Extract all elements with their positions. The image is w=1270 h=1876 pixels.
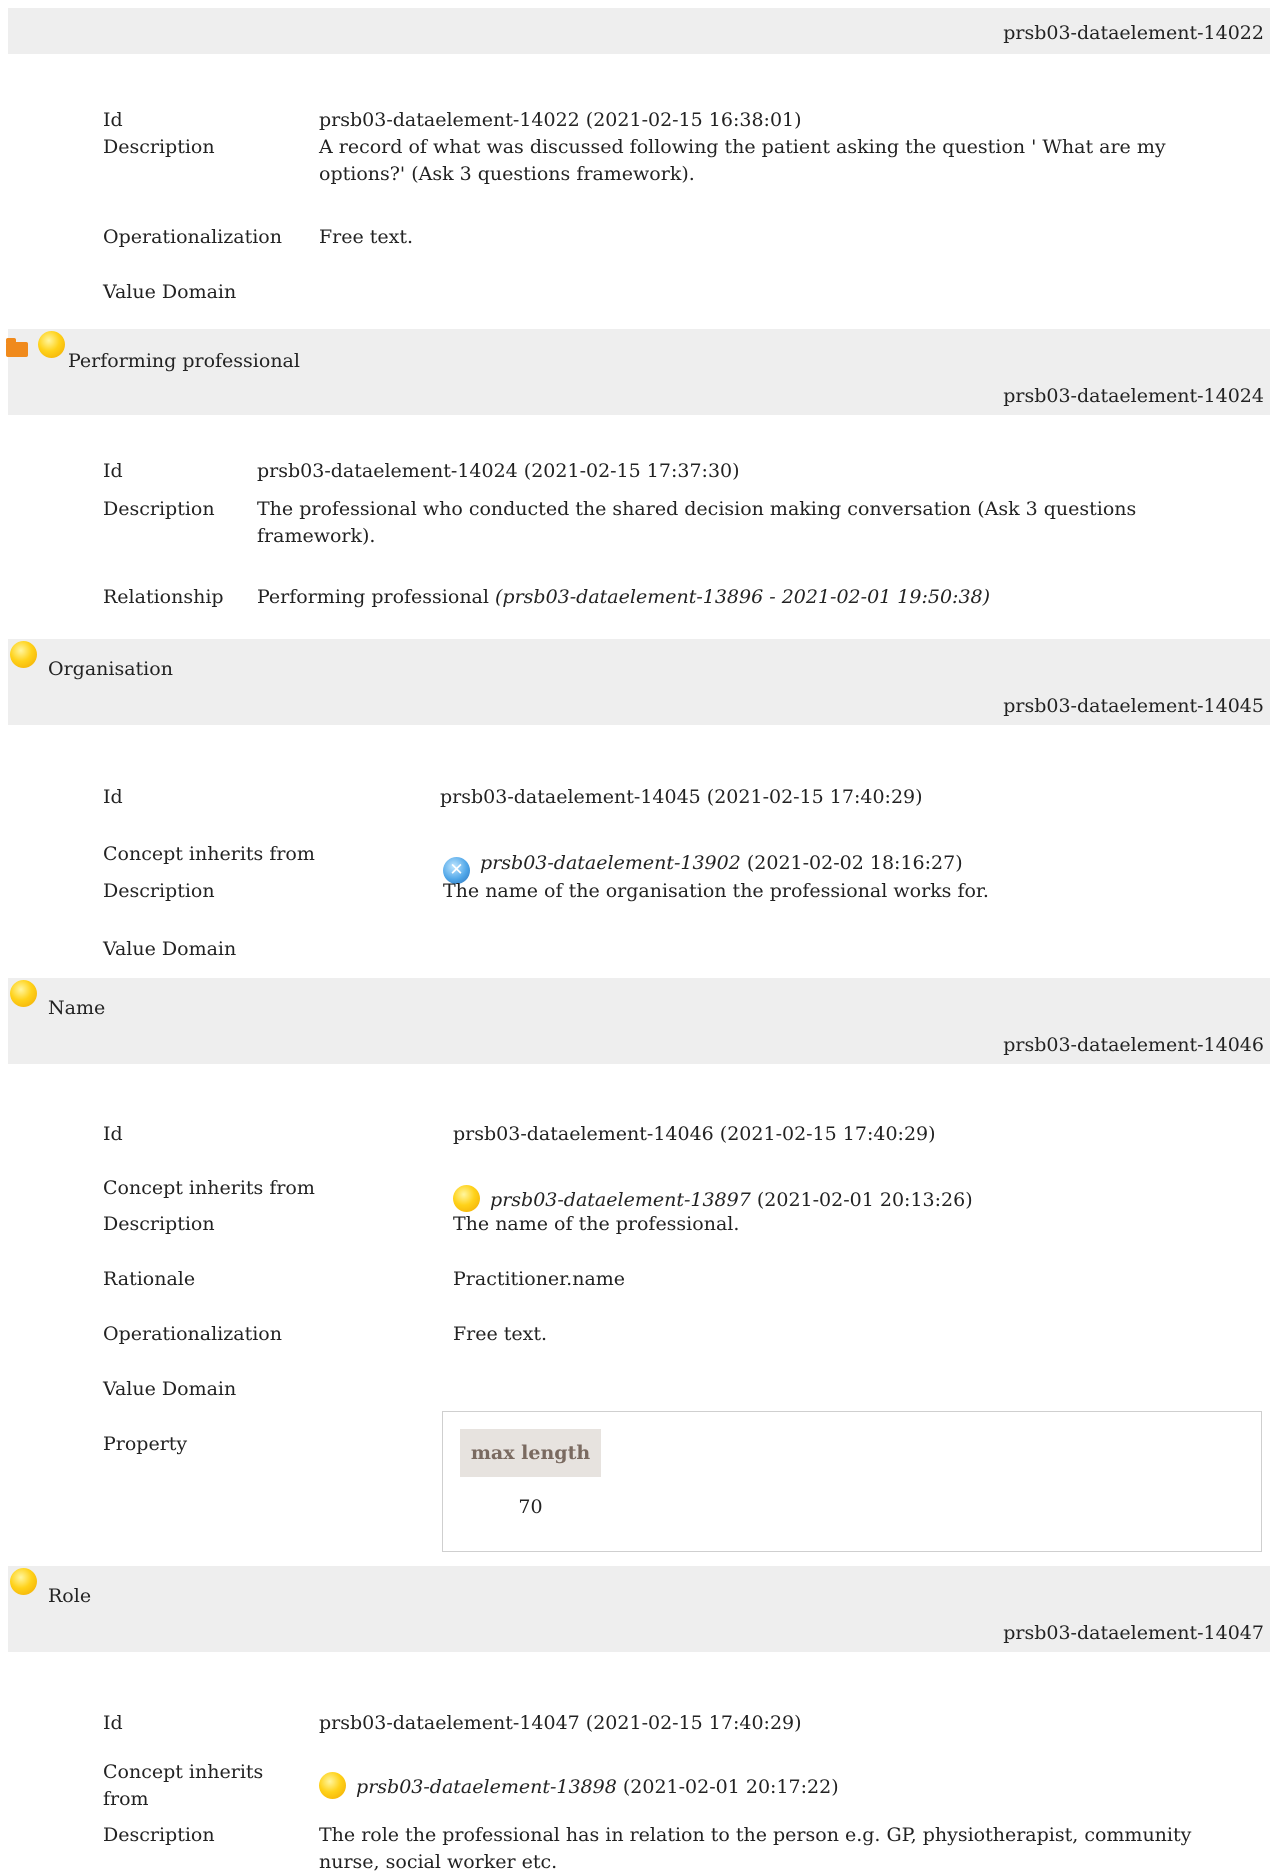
value-rationale: Practitioner.name [453, 1268, 626, 1290]
label-description: Description [103, 880, 215, 902]
property-value: 70 [518, 1496, 543, 1518]
header-id: prsb03-dataelement-14047 [1003, 1622, 1264, 1644]
label-description: Description [103, 136, 215, 158]
header-id: prsb03-dataelement-14046 [1003, 1034, 1264, 1056]
label-value-domain: Value Domain [103, 1378, 237, 1400]
label-description: Description [103, 1213, 215, 1235]
label-value-domain: Value Domain [103, 938, 237, 960]
section-header: prsb03-dataelement-14022 [8, 8, 1270, 54]
section-title[interactable]: Performing professional [68, 350, 300, 372]
value-description: A record of what was discussed following… [319, 136, 1166, 185]
relationship-name: Performing professional [257, 586, 489, 608]
yellow-ball-icon [319, 1772, 346, 1799]
header-id: prsb03-dataelement-14024 [1003, 385, 1264, 407]
inherits-date: (2021-02-01 20:13:26) [756, 1189, 973, 1211]
inherits-date: (2021-02-01 20:17:22) [622, 1776, 839, 1798]
inherits-date: (2021-02-02 18:16:27) [746, 852, 963, 874]
value-id: prsb03-dataelement-14045 (2021-02-15 17:… [440, 786, 923, 808]
value-description: The name of the professional. [453, 1213, 740, 1235]
value-id: prsb03-dataelement-14024 (2021-02-15 17:… [257, 460, 740, 482]
label-id: Id [103, 786, 123, 808]
yellow-ball-icon [453, 1185, 480, 1212]
section-header: Name prsb03-dataelement-14046 [8, 978, 1270, 1064]
value-description: The professional who conducted the share… [257, 498, 1137, 547]
folder-open-icon[interactable] [6, 338, 28, 357]
value-description: The name of the organisation the profess… [443, 880, 989, 902]
section-header: Organisation prsb03-dataelement-14045 [8, 639, 1270, 725]
label-id: Id [103, 109, 123, 131]
property-table: max length 70 [442, 1411, 1262, 1552]
relationship-ref[interactable]: (prsb03-dataelement-13896 - 2021-02-01 1… [495, 586, 990, 608]
section-title[interactable]: Organisation [48, 658, 173, 680]
label-value-domain: Value Domain [103, 281, 237, 303]
label-relationship: Relationship [103, 586, 224, 608]
value-operationalization: Free text. [453, 1323, 548, 1345]
value-concept-inherits: prsb03-dataelement-13897 (2021-02-01 20:… [453, 1185, 1270, 1214]
label-description: Description [103, 1824, 215, 1846]
section-title[interactable]: Role [48, 1585, 91, 1607]
label-id: Id [103, 1123, 123, 1145]
inherits-ref[interactable]: prsb03-dataelement-13897 [490, 1189, 751, 1211]
value-concept-inherits: prsb03-dataelement-13898 (2021-02-01 20:… [319, 1772, 1270, 1801]
label-id: Id [103, 1712, 123, 1734]
value-relationship: Performing professional (prsb03-dataelem… [257, 584, 1270, 611]
yellow-ball-icon [10, 1568, 37, 1595]
inherits-ref[interactable]: prsb03-dataelement-13902 [480, 852, 741, 874]
section-title[interactable]: Name [48, 997, 105, 1019]
label-rationale: Rationale [103, 1268, 196, 1290]
label-operationalization: Operationalization [103, 226, 282, 248]
property-header: max length [460, 1429, 601, 1477]
label-concept-inherits: Concept inherits from [103, 843, 315, 865]
label-operationalization: Operationalization [103, 1323, 282, 1345]
label-description: Description [103, 498, 215, 520]
label-id: Id [103, 460, 123, 482]
section-header: Role prsb03-dataelement-14047 [8, 1566, 1270, 1652]
yellow-ball-icon [38, 331, 65, 358]
label-concept-inherits: Concept inherits from [103, 1761, 264, 1810]
label-concept-inherits: Concept inherits from [103, 1177, 315, 1199]
value-description: The role the professional has in relatio… [319, 1824, 1192, 1873]
header-id: prsb03-dataelement-14022 [1003, 22, 1264, 44]
value-operationalization: Free text. [319, 226, 414, 248]
yellow-ball-icon [10, 641, 37, 668]
value-id: prsb03-dataelement-14022 (2021-02-15 16:… [319, 109, 802, 131]
inherits-ref[interactable]: prsb03-dataelement-13898 [356, 1776, 617, 1798]
value-id: prsb03-dataelement-14047 (2021-02-15 17:… [319, 1712, 802, 1734]
yellow-ball-icon [10, 980, 37, 1007]
section-header: Performing professional prsb03-dataeleme… [6, 329, 1270, 415]
header-id: prsb03-dataelement-14045 [1003, 695, 1264, 717]
value-id: prsb03-dataelement-14046 (2021-02-15 17:… [453, 1123, 936, 1145]
label-property: Property [103, 1433, 188, 1455]
